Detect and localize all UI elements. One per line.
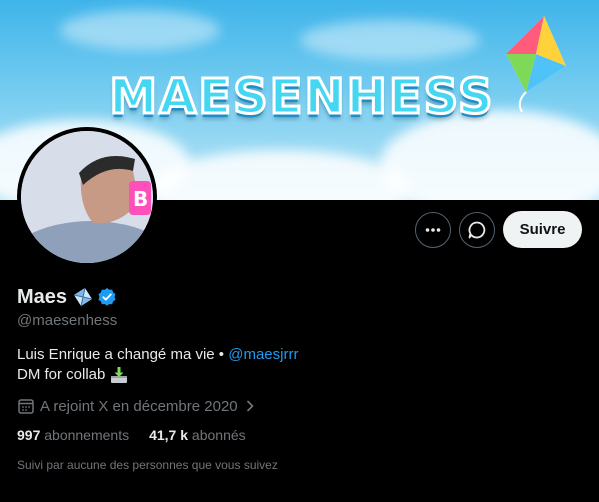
- avatar-photo: B: [21, 131, 153, 263]
- bio-line-1: Luis Enrique a changé ma vie • @maesjrrr: [17, 345, 298, 365]
- chat-bubble-icon: [468, 221, 486, 239]
- followed-by-note: Suivi par aucune des personnes que vous …: [17, 458, 278, 472]
- followers-link[interactable]: 41,7 k abonnés: [149, 427, 246, 443]
- profile-bio: Luis Enrique a changé ma vie • @maesjrrr…: [17, 345, 298, 385]
- following-count: 997: [17, 427, 41, 443]
- bio-line-2: DM for collab: [17, 365, 298, 385]
- display-name: Maes: [17, 285, 68, 308]
- banner-title: MAESENHESS: [108, 68, 495, 127]
- joined-date[interactable]: A rejoint X en décembre 2020: [17, 396, 262, 416]
- followers-count: 41,7 k: [149, 427, 189, 443]
- name-row: Maes: [17, 285, 117, 309]
- svg-text:B: B: [133, 187, 148, 211]
- inbox-tray-icon: [111, 367, 128, 383]
- followers-label: abonnés: [191, 427, 246, 443]
- more-options-button[interactable]: [415, 212, 451, 248]
- avatar[interactable]: B: [17, 127, 157, 267]
- follow-stats: 997 abonnements 41,7 k abonnés: [17, 427, 266, 443]
- more-dots-icon: [425, 228, 441, 232]
- follow-button[interactable]: Suivre: [503, 211, 582, 248]
- following-label: abonnements: [44, 427, 130, 443]
- bio-text: Luis Enrique a changé ma vie •: [17, 346, 225, 363]
- kite-emoji-icon: [73, 287, 93, 307]
- kite-icon: [506, 16, 566, 113]
- message-button[interactable]: [459, 212, 495, 248]
- bio-text-2: DM for collab: [17, 366, 106, 383]
- calendar-icon: [18, 399, 34, 414]
- verified-badge-icon[interactable]: [97, 287, 117, 307]
- user-handle: @maesenhess: [17, 312, 118, 329]
- following-link[interactable]: 997 abonnements: [17, 427, 129, 443]
- joined-text: A rejoint X en décembre 2020: [40, 397, 238, 415]
- chevron-right-icon: [246, 400, 254, 412]
- bio-mention-link[interactable]: @maesjrrr: [228, 346, 298, 363]
